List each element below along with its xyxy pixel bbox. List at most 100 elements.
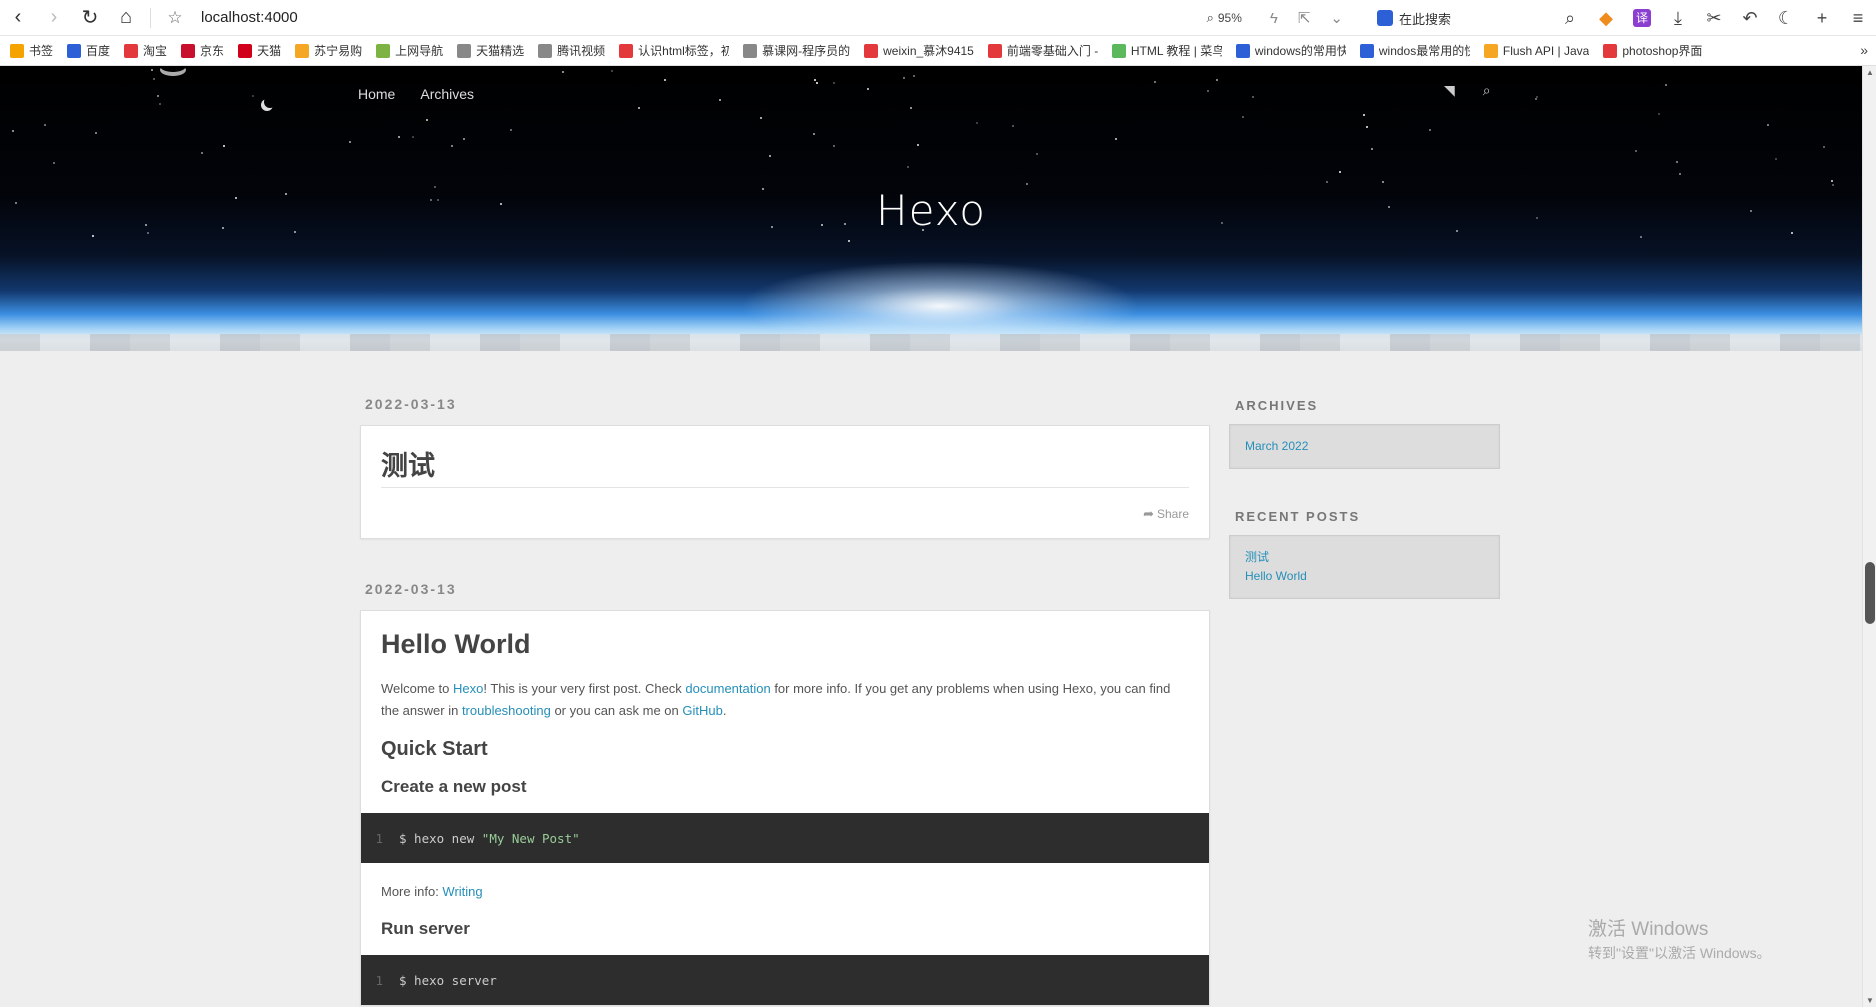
star — [153, 78, 155, 80]
bookmark-item[interactable]: 淘宝 — [124, 42, 167, 59]
share-button[interactable]: ➦ Share — [381, 506, 1189, 522]
bookmark-label: windos最常用的快 — [1378, 44, 1470, 58]
hexo-link[interactable]: Hexo — [453, 681, 483, 696]
bookmark-item[interactable]: weixin_慕沐9415 — [864, 42, 974, 59]
site-title[interactable]: Hexo — [0, 186, 1862, 235]
bookmark-item[interactable]: 书签 — [10, 42, 53, 59]
bookmark-icon — [987, 43, 1002, 58]
share-icon: ➦ — [1143, 506, 1154, 521]
star — [903, 77, 905, 79]
watermark-line-1: 激活 Windows — [1588, 919, 1709, 940]
more-info-label: More info: — [381, 884, 443, 899]
new-tab-icon[interactable]: + — [1804, 0, 1840, 36]
post-date[interactable]: 2022-03-13 — [365, 581, 1210, 597]
share-page-icon[interactable]: ⇱ — [1298, 9, 1311, 27]
quick-start-heading: Quick Start — [381, 738, 488, 760]
home-icon[interactable]: ⌂ — [108, 0, 144, 36]
undo-icon[interactable]: ↶ — [1732, 0, 1768, 36]
nav-home[interactable]: Home — [358, 86, 395, 102]
troubleshooting-link[interactable]: troubleshooting — [462, 703, 551, 718]
bookmark-icon — [864, 43, 879, 58]
star — [252, 95, 254, 97]
writing-link[interactable]: Writing — [442, 884, 482, 899]
more-bookmarks-icon[interactable]: » — [1860, 42, 1868, 58]
bookmark-item[interactable]: 天猫精选 — [457, 42, 524, 59]
search-icon[interactable]: ⌕ — [1483, 82, 1491, 99]
bookmark-icon — [538, 43, 553, 58]
search-icon[interactable]: ⌕ — [1552, 0, 1588, 36]
back-icon[interactable]: ‹ — [0, 0, 36, 36]
star — [510, 129, 512, 131]
star — [638, 107, 640, 109]
bookmark-icon — [181, 43, 196, 58]
nav-archives[interactable]: Archives — [420, 86, 474, 102]
address-bar[interactable]: localhost:4000 — [201, 9, 298, 26]
search-engine-icon[interactable] — [1377, 10, 1393, 26]
bookmark-item[interactable]: 百度 — [67, 42, 110, 59]
chevron-down-icon[interactable]: ⌄ — [1330, 9, 1343, 27]
post-title[interactable]: Hello World — [381, 629, 1189, 660]
bookmark-item[interactable]: photoshop界面 — [1603, 42, 1702, 59]
recent-post-link[interactable]: Hello World — [1245, 567, 1484, 586]
star — [1535, 98, 1537, 100]
bookmark-item[interactable]: windos最常用的快 — [1359, 42, 1470, 59]
star — [412, 136, 414, 138]
bookmark-item[interactable]: windows的常用快 — [1235, 42, 1346, 59]
translate-icon[interactable]: 译 — [1624, 0, 1660, 36]
scroll-up-icon[interactable]: ▲ — [1866, 68, 1874, 77]
star — [1831, 180, 1833, 182]
bookmark-item[interactable]: 腾讯视频 — [538, 42, 605, 59]
bookmark-item[interactable]: 天猫 — [238, 42, 281, 59]
reload-icon[interactable]: ↻ — [72, 0, 108, 36]
star — [1658, 113, 1660, 115]
bookmark-item[interactable]: 上网导航 — [376, 42, 443, 59]
night-mode-icon[interactable]: ☾ — [1768, 0, 1804, 36]
planet-icon — [160, 66, 186, 72]
bookmark-icon — [295, 43, 310, 58]
star — [44, 124, 46, 126]
bookmark-item[interactable]: 苏宁易购 — [295, 42, 362, 59]
documentation-link[interactable]: documentation — [685, 681, 770, 696]
bookmark-label: 天猫精选 — [476, 44, 525, 58]
bookmark-item[interactable]: 前端零基础入门 - — [987, 42, 1098, 59]
scroll-thumb[interactable] — [1865, 562, 1875, 624]
flash-icon[interactable]: ϟ — [1270, 10, 1278, 27]
bookmark-item[interactable]: 京东 — [181, 42, 224, 59]
rss-icon[interactable]: ◥ — [1444, 82, 1455, 99]
download-icon[interactable]: ⤓ — [1660, 0, 1696, 36]
menu-icon[interactable]: ≡ — [1840, 0, 1876, 36]
archive-link[interactable]: March 2022 — [1245, 437, 1484, 456]
star — [426, 119, 428, 121]
browser-toolbar: ‹ › ↻ ⌂ ☆ localhost:4000 ⌕ 95% ϟ ⇱ ⌄ 在此搜… — [0, 0, 1876, 36]
post-date[interactable]: 2022-03-13 — [365, 396, 1210, 412]
bookmark-item[interactable]: HTML 教程 | 菜鸟 — [1111, 42, 1222, 59]
star — [1640, 236, 1642, 238]
star — [1371, 148, 1373, 150]
bookmark-item[interactable]: 慕课网-程序员的 — [743, 42, 850, 59]
star — [1679, 173, 1681, 175]
scissors-icon[interactable]: ✂ — [1696, 0, 1732, 36]
bookmark-label: 前端零基础入门 - — [1006, 44, 1098, 58]
intro-text: or you can ask me on — [550, 703, 683, 718]
star — [910, 107, 912, 109]
star — [1635, 150, 1637, 152]
windows-watermark: 激活 Windows 转到"设置"以激活 Windows。 — [1588, 914, 1771, 963]
zoom-indicator[interactable]: ⌕ 95% — [1207, 10, 1242, 26]
forward-icon[interactable]: › — [36, 0, 72, 36]
github-link[interactable]: GitHub — [682, 703, 722, 718]
sidebar: ARCHIVES March 2022 RECENT POSTS 测试 Hell… — [1229, 398, 1500, 639]
post-title[interactable]: 测试 — [381, 444, 1189, 488]
bookmark-icon — [1359, 43, 1374, 58]
bookmark-star-icon[interactable]: ☆ — [157, 0, 193, 36]
toolbar-right: ⌕ 95% ϟ ⇱ ⌄ 在此搜索 ⌕ ◆ 译 ⤓ ✂ ↶ ☾ + ≡ — [1207, 0, 1876, 36]
scroll-down-icon[interactable]: ▼ — [1866, 996, 1874, 1005]
bookmark-icon — [619, 43, 634, 58]
recent-post-link[interactable]: 测试 — [1245, 548, 1484, 567]
game-icon[interactable]: ◆ — [1588, 0, 1624, 36]
bookmark-label: Flush API | Java — [1502, 43, 1590, 58]
page-scrollbar[interactable]: ▲ ▼ — [1862, 66, 1876, 1007]
star — [1115, 138, 1117, 140]
bookmark-item[interactable]: 认识html标签，初 — [619, 42, 729, 59]
search-box[interactable]: 在此搜索 — [1377, 9, 1552, 28]
bookmark-item[interactable]: Flush API | Java — [1483, 43, 1590, 58]
